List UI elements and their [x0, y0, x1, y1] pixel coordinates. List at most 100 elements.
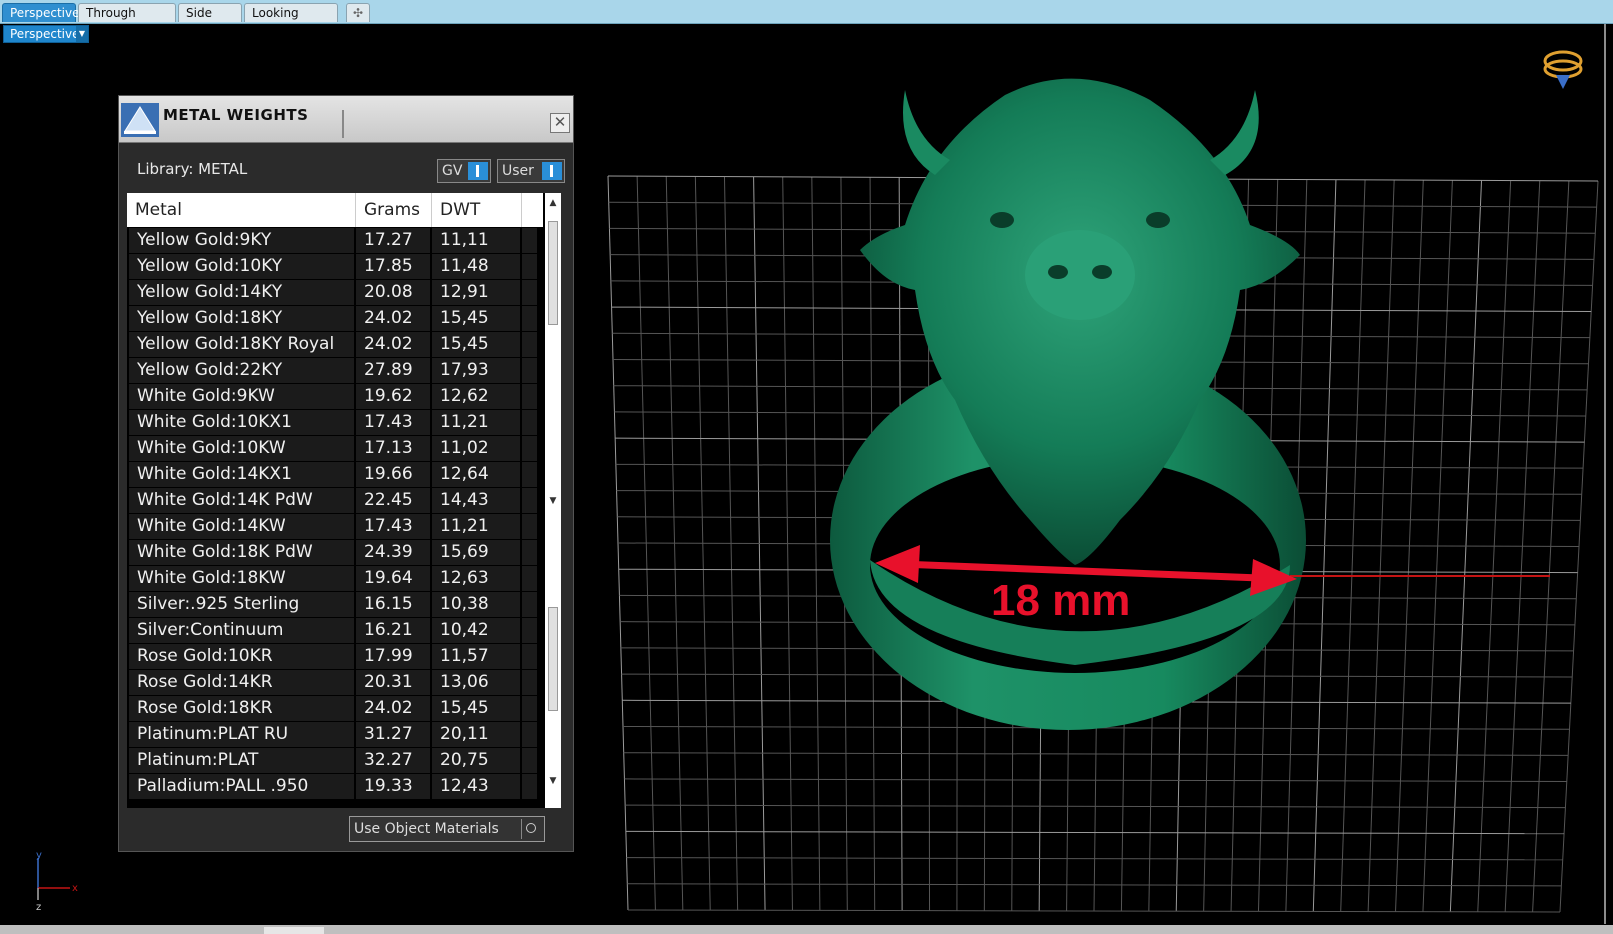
table-row[interactable]: Rose Gold:14KR 20.31 13,06 — [127, 670, 543, 695]
column-header-metal[interactable]: Metal — [127, 193, 356, 227]
scroll-down-icon[interactable]: ▼ — [545, 773, 561, 789]
scroll-thumb[interactable] — [548, 221, 558, 325]
grams-cell: 24.02 — [356, 332, 430, 357]
table-row[interactable]: Rose Gold:18KR 24.02 15,45 — [127, 696, 543, 721]
dwt-cell: 17,93 — [432, 358, 520, 383]
bison-muzzle — [1025, 230, 1135, 320]
grams-cell: 19.62 — [356, 384, 430, 409]
grams-cell: 24.02 — [356, 696, 430, 721]
table-row[interactable]: Yellow Gold:10KY 17.85 11,48 — [127, 254, 543, 279]
bottom-scrollbar[interactable] — [0, 925, 1613, 934]
table-scrollbar[interactable]: ▲ ▼ ▼ — [545, 193, 561, 808]
toggle-knob — [542, 162, 562, 180]
dwt-cell: 10,38 — [432, 592, 520, 617]
dwt-cell: 10,42 — [432, 618, 520, 643]
library-label: Library: METAL — [137, 160, 248, 178]
row-spacer — [522, 254, 537, 279]
dwt-cell: 12,64 — [432, 462, 520, 487]
dwt-cell: 11,57 — [432, 644, 520, 669]
table-row[interactable]: Palladium:PALL .950 19.33 12,43 — [127, 774, 543, 799]
metal-name-cell: White Gold:9KW — [129, 384, 354, 409]
dwt-cell: 11,21 — [432, 410, 520, 435]
column-header-grams[interactable]: Grams — [356, 193, 432, 227]
dwt-cell: 12,91 — [432, 280, 520, 305]
table-row[interactable]: White Gold:18KW 19.64 12,63 — [127, 566, 543, 591]
table-row[interactable]: Yellow Gold:14KY 20.08 12,91 — [127, 280, 543, 305]
table-row[interactable]: Platinum:PLAT RU 31.27 20,11 — [127, 722, 543, 747]
row-spacer — [522, 488, 537, 513]
table-row[interactable]: Yellow Gold:9KY 17.27 11,11 — [127, 228, 543, 253]
grams-cell: 17.43 — [356, 410, 430, 435]
row-spacer — [522, 514, 537, 539]
metal-name-cell: Yellow Gold:18KY — [129, 306, 354, 331]
row-spacer — [522, 384, 537, 409]
left-horn — [903, 90, 950, 175]
row-spacer — [522, 462, 537, 487]
header-divider — [342, 110, 344, 138]
use-object-materials-label: Use Object Materials — [354, 821, 499, 837]
right-horn — [1210, 90, 1259, 175]
table-row[interactable]: White Gold:9KW 19.62 12,62 — [127, 384, 543, 409]
close-icon[interactable]: ✕ — [550, 113, 570, 133]
metal-name-cell: White Gold:10KX1 — [129, 410, 354, 435]
panel-header[interactable]: METAL WEIGHTS ✕ — [119, 96, 573, 143]
row-spacer — [522, 332, 537, 357]
metal-name-cell: Yellow Gold:18KY Royal — [129, 332, 354, 357]
dwt-cell: 12,62 — [432, 384, 520, 409]
grams-cell: 16.21 — [356, 618, 430, 643]
table-body: Yellow Gold:9KY 17.27 11,11 Yellow Gold:10K… — [127, 228, 543, 800]
use-object-materials-button[interactable]: Use Object Materials — [349, 816, 545, 842]
metal-name-cell: White Gold:14K PdW — [129, 488, 354, 513]
metal-table: Metal Grams DWT Yellow Gold:9KY 17.27 11,1… — [127, 193, 561, 808]
grams-cell: 27.89 — [356, 358, 430, 383]
grams-cell: 20.31 — [356, 670, 430, 695]
table-row[interactable]: White Gold:14KW 17.43 11,21 — [127, 514, 543, 539]
row-spacer — [522, 748, 537, 773]
scroll-up-icon[interactable]: ▲ — [545, 195, 561, 211]
table-row[interactable]: Yellow Gold:18KY 24.02 15,45 — [127, 306, 543, 331]
table-header: Metal Grams DWT — [127, 193, 543, 227]
table-row[interactable]: White Gold:14KX1 19.66 12,64 — [127, 462, 543, 487]
grams-cell: 22.45 — [356, 488, 430, 513]
metal-name-cell: Rose Gold:10KR — [129, 644, 354, 669]
grams-cell: 20.08 — [356, 280, 430, 305]
grams-cell: 32.27 — [356, 748, 430, 773]
table-row[interactable]: Yellow Gold:18KY Royal 24.02 15,45 — [127, 332, 543, 357]
eye-right — [1146, 212, 1170, 228]
metal-name-cell: Platinum:PLAT — [129, 748, 354, 773]
user-toggle[interactable]: User — [497, 159, 565, 183]
row-spacer — [522, 436, 537, 461]
table-row[interactable]: Silver:Continuum 16.21 10,42 — [127, 618, 543, 643]
nostril-left — [1048, 265, 1068, 279]
dimension-label: 18 mm — [991, 576, 1131, 625]
metal-name-cell: Yellow Gold:22KY — [129, 358, 354, 383]
metal-name-cell: Rose Gold:14KR — [129, 670, 354, 695]
table-row[interactable]: White Gold:10KW 17.13 11,02 — [127, 436, 543, 461]
radio-icon — [521, 819, 542, 839]
table-row[interactable]: Platinum:PLAT 32.27 20,75 — [127, 748, 543, 773]
table-row[interactable]: White Gold:10KX1 17.43 11,21 — [127, 410, 543, 435]
user-toggle-label: User — [502, 163, 534, 179]
dwt-cell: 14,43 — [432, 488, 520, 513]
table-row[interactable]: Silver:.925 Sterling 16.15 10,38 — [127, 592, 543, 617]
column-header-dwt[interactable]: DWT — [432, 193, 522, 227]
axis-y-label: y — [36, 852, 42, 861]
row-spacer — [522, 358, 537, 383]
grams-cell: 24.02 — [356, 306, 430, 331]
table-row[interactable]: White Gold:14K PdW 22.45 14,43 — [127, 488, 543, 513]
table-row[interactable]: Rose Gold:10KR 17.99 11,57 — [127, 644, 543, 669]
dwt-cell: 12,43 — [432, 774, 520, 799]
row-spacer — [522, 696, 537, 721]
grams-cell: 19.33 — [356, 774, 430, 799]
view-cube-icon[interactable] — [1541, 47, 1585, 95]
scroll-thumb[interactable] — [548, 607, 558, 711]
grams-cell: 31.27 — [356, 722, 430, 747]
dwt-cell: 20,75 — [432, 748, 520, 773]
table-row[interactable]: Yellow Gold:22KY 27.89 17,93 — [127, 358, 543, 383]
scroll-thumb[interactable] — [264, 927, 324, 934]
row-spacer — [522, 228, 537, 253]
scroll-mid-icon: ▼ — [549, 496, 557, 506]
gv-toggle[interactable]: GV — [437, 159, 491, 183]
grams-cell: 19.64 — [356, 566, 430, 591]
table-row[interactable]: White Gold:18K PdW 24.39 15,69 — [127, 540, 543, 565]
